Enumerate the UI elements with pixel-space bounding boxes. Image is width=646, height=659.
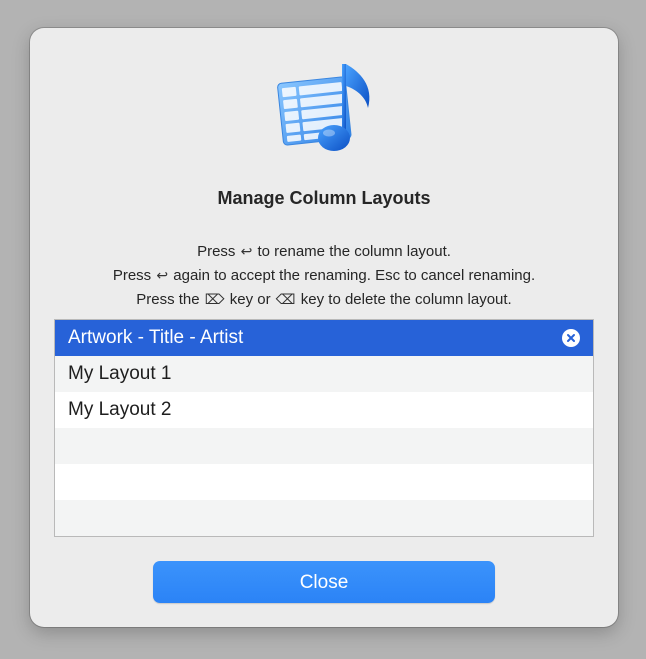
empty-row [55, 464, 593, 500]
list-item[interactable]: My Layout 2 [55, 392, 593, 428]
instruction-line-accept: Press ↩ again to accept the renaming. Es… [30, 264, 618, 288]
delete-key-icon: ⌫ [275, 292, 296, 308]
layout-name: My Layout 2 [68, 399, 172, 420]
forward-delete-key-icon: ⌦ [204, 292, 225, 308]
close-button[interactable]: Close [153, 561, 495, 603]
return-key-icon: ↩ [240, 244, 253, 260]
empty-row [55, 500, 593, 536]
delete-layout-button[interactable] [562, 329, 580, 347]
dialog-title: Manage Column Layouts [217, 188, 431, 208]
instruction-line-rename: Press ↩ to rename the column layout. [30, 240, 618, 264]
layout-name: Artwork - Title - Artist [68, 327, 244, 348]
return-key-icon: ↩ [156, 268, 169, 284]
layout-name: My Layout 1 [68, 363, 172, 384]
list-item[interactable]: Artwork - Title - Artist [55, 320, 593, 356]
instruction-line-delete: Press the ⌦ key or ⌫ key to delete the c… [30, 288, 618, 312]
column-layouts-list[interactable]: Artwork - Title - Artist My Layout 1 My … [54, 319, 594, 537]
empty-row [55, 428, 593, 464]
app-icon [274, 58, 378, 158]
instructions-text: Press ↩ to rename the column layout. Pre… [30, 240, 618, 312]
list-item[interactable]: My Layout 1 [55, 356, 593, 392]
manage-column-layouts-dialog: Manage Column Layouts Press ↩ to rename … [30, 28, 618, 627]
close-icon [567, 334, 575, 342]
